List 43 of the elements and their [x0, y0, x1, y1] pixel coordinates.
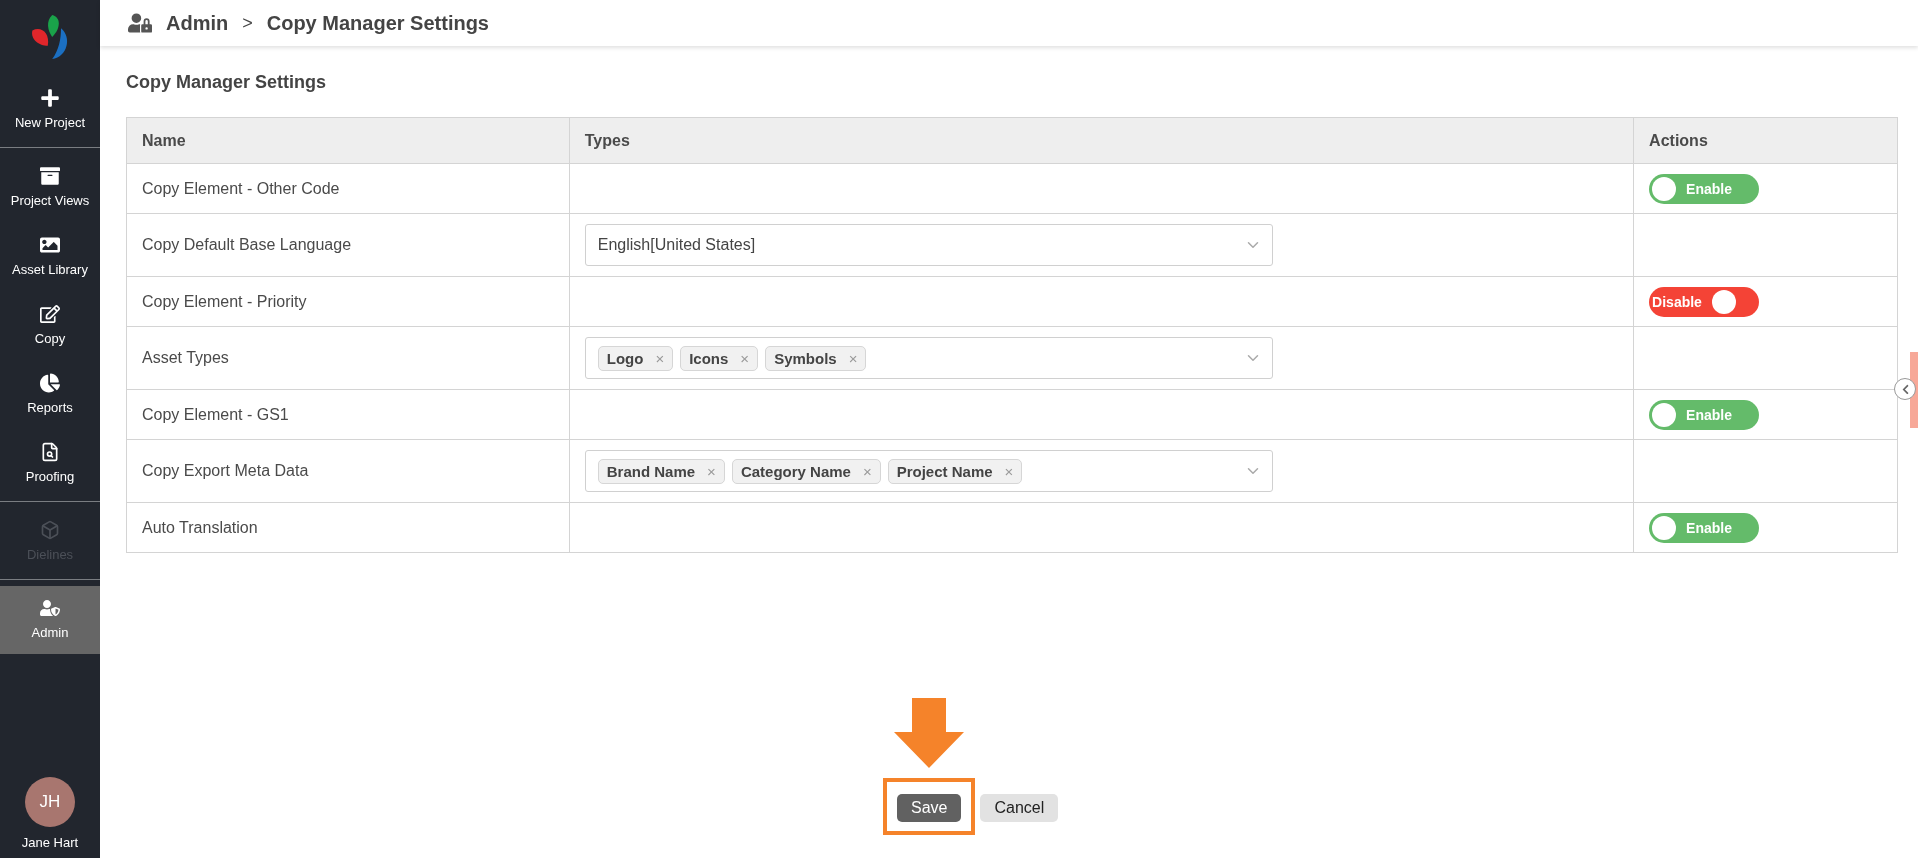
save-button[interactable]: Save [897, 794, 962, 822]
user-name: Jane Hart [21, 835, 79, 850]
sidebar-item[interactable]: Asset Library [0, 221, 100, 290]
table-cell: Auto Translation [126, 502, 570, 553]
sidebar-item[interactable]: Project Views [0, 152, 100, 221]
plus-icon [40, 88, 60, 108]
document-search-icon [40, 442, 60, 462]
breadcrumb-separator: > [242, 12, 253, 34]
table-cell: Copy Element - Other Code [126, 163, 570, 214]
table-cell: Copy Element - GS1 [126, 389, 570, 440]
edit-icon [40, 304, 60, 324]
sidebar-item[interactable]: Proofing [0, 428, 100, 497]
table-cell: Copy Default Base Language [126, 213, 570, 277]
sidebar-item[interactable]: Reports [0, 359, 100, 428]
breadcrumb-link[interactable]: Admin [166, 11, 229, 35]
breadcrumb-current: Copy Manager Settings [266, 11, 489, 35]
box-icon [40, 520, 60, 540]
sidebar-item[interactable]: Admin [0, 586, 100, 654]
user-shield-icon [40, 598, 60, 618]
tag-label: Project Name [896, 462, 993, 480]
tag-label: Category Name [740, 462, 851, 480]
table-cell: Copy Element - Priority [126, 276, 570, 327]
tag-label: Logo [606, 349, 644, 367]
language-select[interactable]: English[United States] [584, 224, 1273, 266]
tag-label: Icons [689, 349, 729, 367]
pie-chart-icon [40, 373, 60, 393]
toggle-switch[interactable]: Disable [1649, 286, 1760, 317]
column-header: Types [569, 117, 1634, 164]
image-icon [40, 235, 60, 255]
tag-label: Brand Name [606, 462, 696, 480]
column-header: Actions [1633, 117, 1898, 164]
tag-label: Symbols [774, 349, 837, 367]
user-avatar[interactable]: JH [25, 777, 75, 827]
collapse-button[interactable] [1894, 378, 1916, 400]
user-lock-icon [128, 11, 152, 35]
archive-box-icon [40, 166, 60, 186]
column-header: Name [126, 117, 570, 164]
sidebar-item[interactable]: Copy [0, 290, 100, 359]
cancel-button[interactable]: Cancel [980, 794, 1059, 822]
table-cell: Asset Types [126, 326, 570, 390]
page-title: Copy Manager Settings [126, 72, 328, 93]
table-cell: Copy Export Meta Data [126, 439, 570, 503]
sidebar-item[interactable]: New Project [0, 74, 100, 143]
